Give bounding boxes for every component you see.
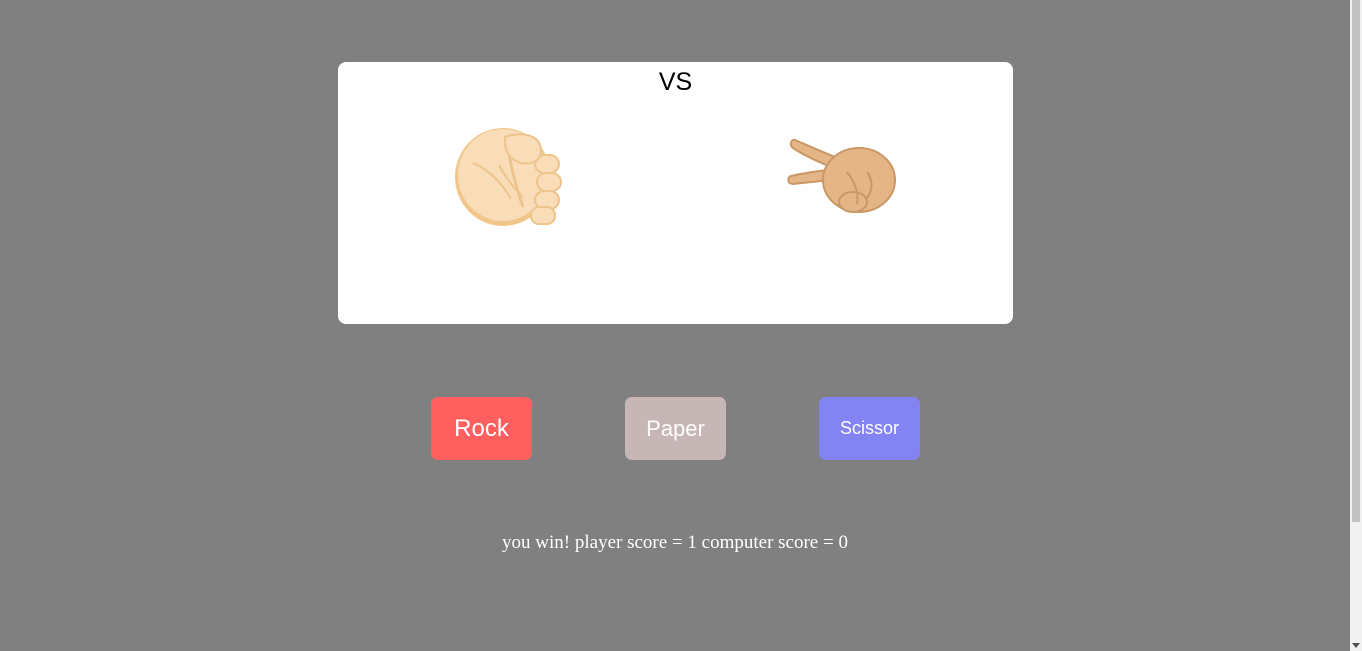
scrollbar-thumb[interactable] xyxy=(1352,0,1360,522)
vertical-scrollbar[interactable] xyxy=(1350,0,1362,651)
result-message: you win! player score = 1 computer score… xyxy=(502,532,848,553)
rock-fist-icon xyxy=(453,125,563,230)
scroll-down-arrow-icon[interactable] xyxy=(1352,643,1360,648)
paper-button[interactable]: Paper xyxy=(625,397,726,460)
vs-label: VS xyxy=(658,68,693,96)
battle-arena xyxy=(338,62,1013,324)
scissors-hand-icon xyxy=(787,136,897,218)
scissor-button[interactable]: Scissor xyxy=(819,397,920,460)
rock-button[interactable]: Rock xyxy=(431,397,532,460)
